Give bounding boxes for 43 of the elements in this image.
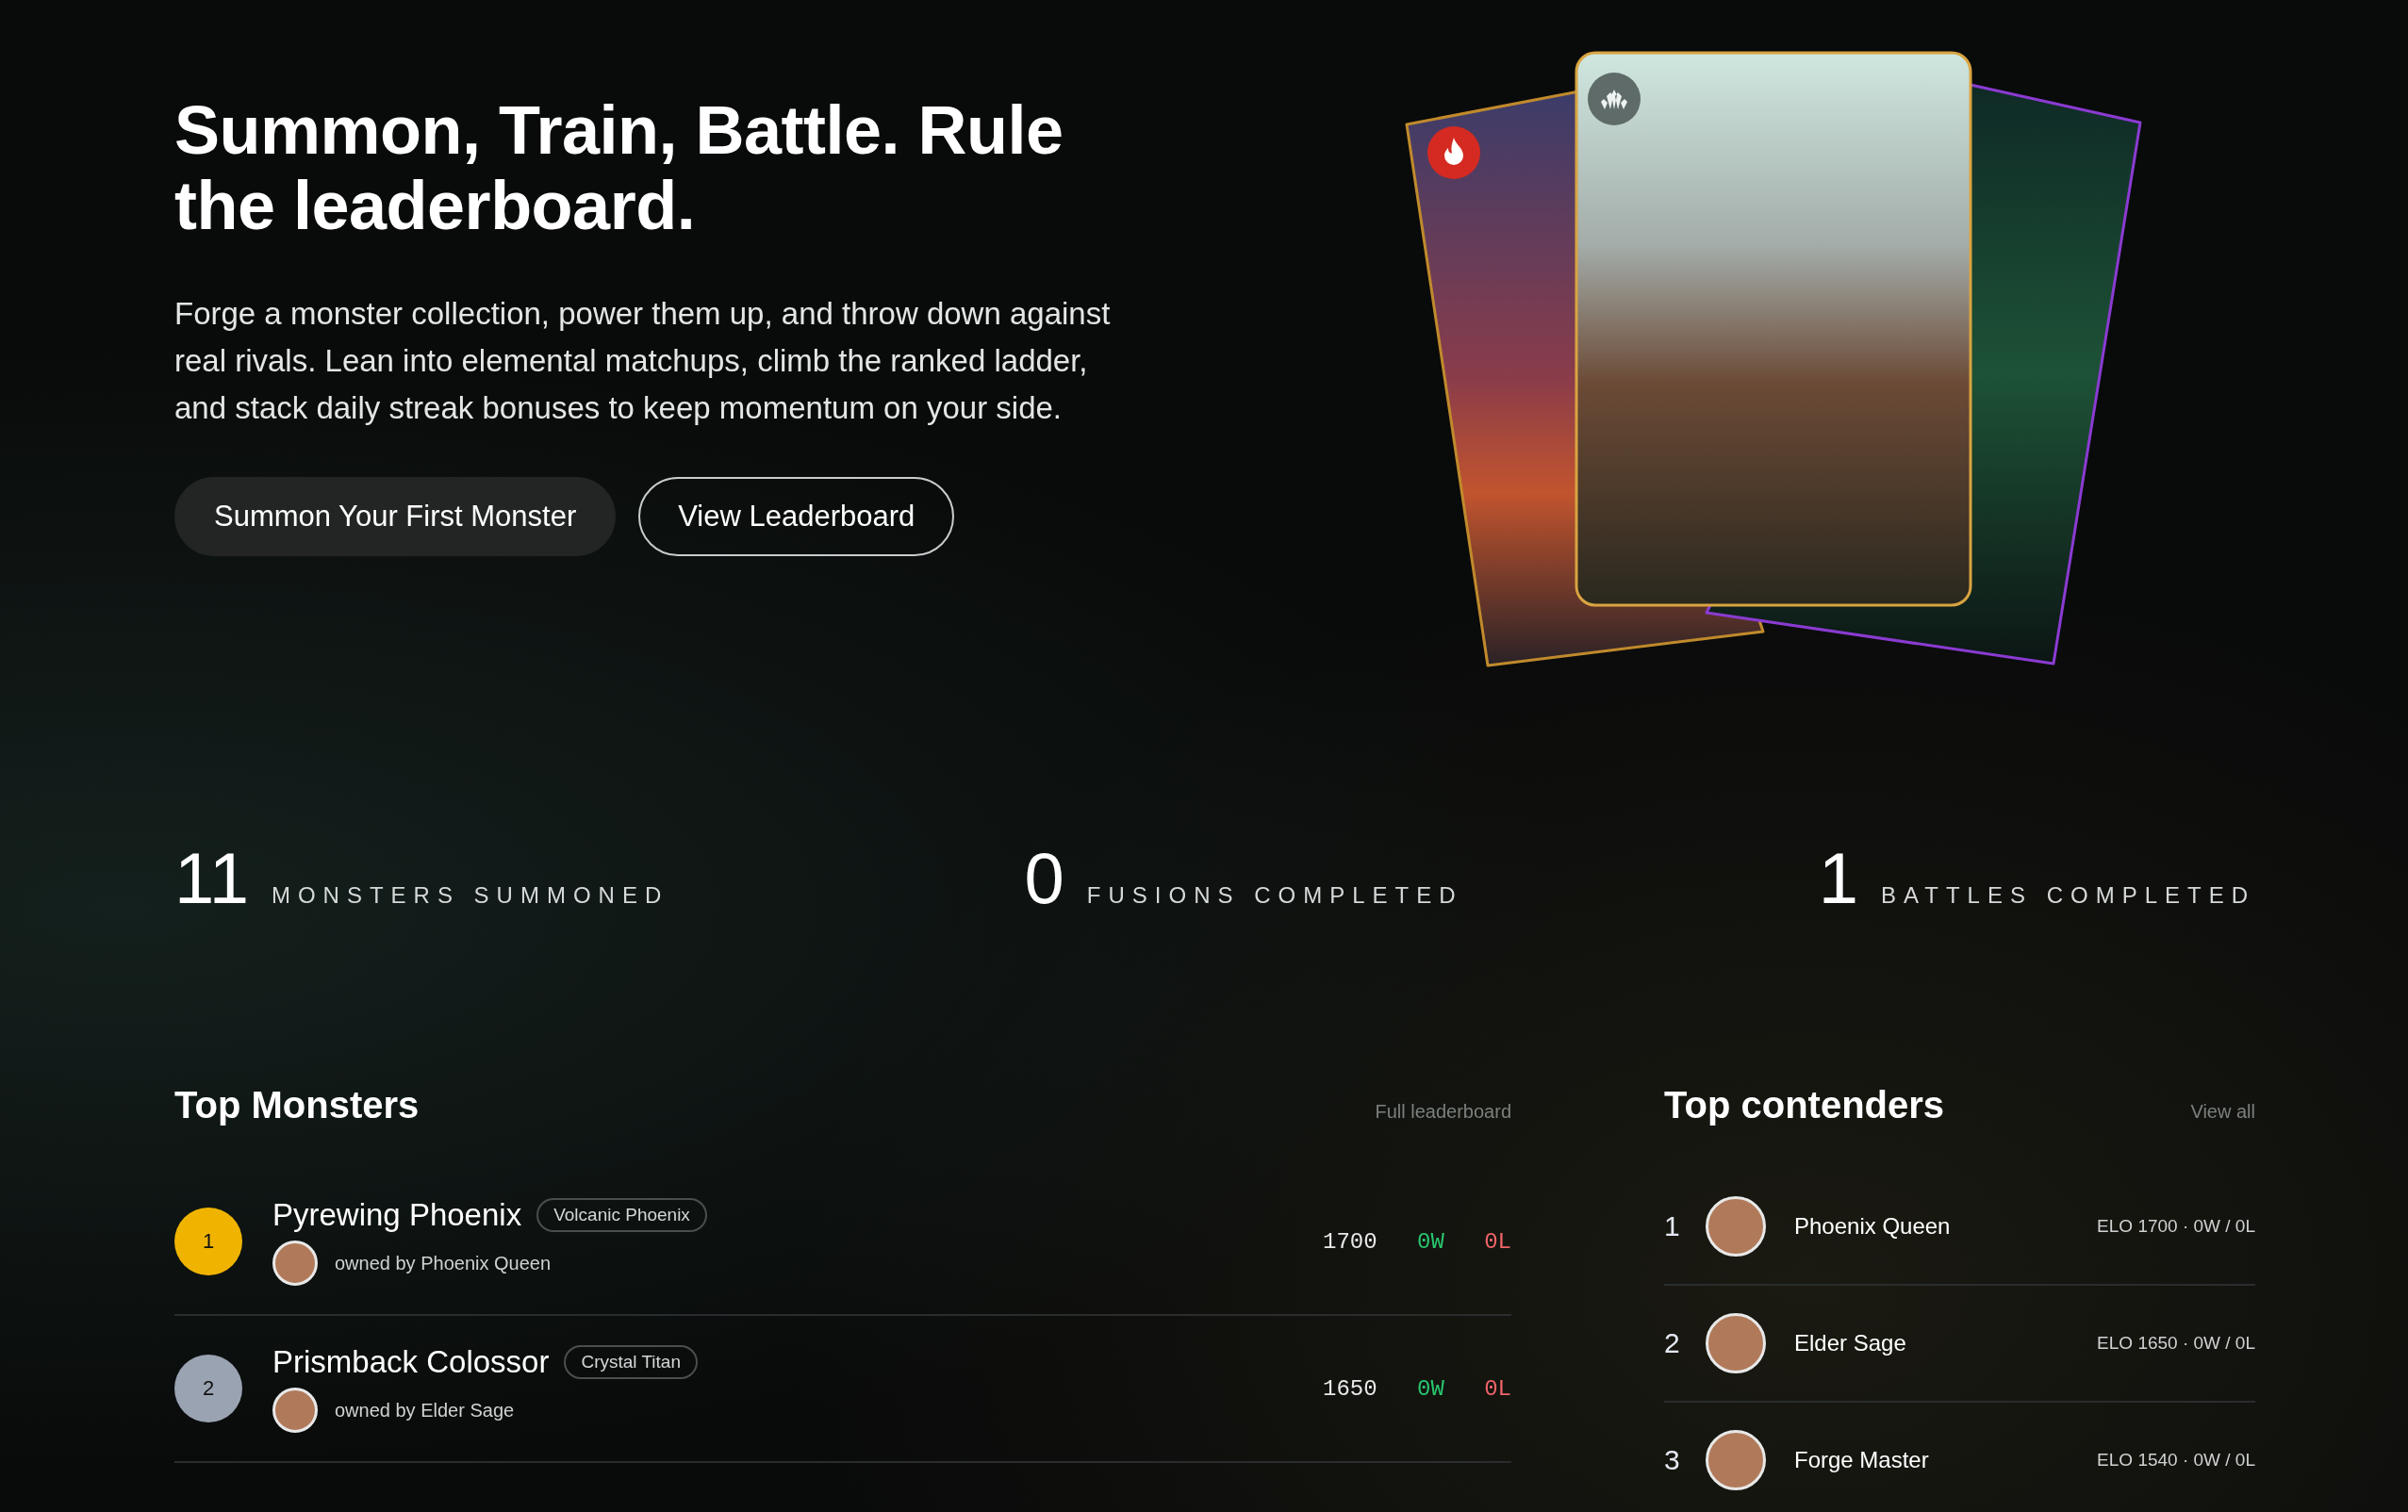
flame-icon	[1427, 126, 1480, 179]
rank-badge: 1	[174, 1208, 242, 1275]
elo-score: 1700	[1323, 1228, 1378, 1255]
losses-count: 0L	[1483, 1228, 1511, 1255]
avatar	[272, 1241, 318, 1286]
player-stats: ELO 1540 · 0W / 0L	[2097, 1450, 2255, 1471]
stat-label: MONSTERS SUMMONED	[271, 882, 669, 909]
wins-count: 0W	[1417, 1228, 1445, 1255]
rank-badge: 2	[174, 1355, 242, 1422]
avatar	[272, 1388, 318, 1433]
owner-text: owned by Elder Sage	[335, 1399, 515, 1422]
full-leaderboard-link[interactable]: Full leaderboard	[1375, 1101, 1511, 1123]
player-name: Forge Master	[1794, 1447, 1930, 1473]
rank-number: 1	[1664, 1210, 1681, 1242]
crystal-icon	[1588, 73, 1641, 125]
view-all-link[interactable]: View all	[2190, 1101, 2255, 1123]
stat-value: 1	[1818, 837, 1859, 919]
species-tag: Crystal Titan	[564, 1345, 698, 1379]
avatar	[1706, 1196, 1766, 1257]
stat-label: BATTLES COMPLETED	[1881, 882, 2255, 909]
monster-name: Prismback Colossor	[272, 1344, 550, 1380]
section-title: Top contenders	[1664, 1084, 1945, 1126]
stat-label: FUSIONS COMPLETED	[1086, 882, 1463, 909]
stat-value: 0	[1024, 837, 1064, 919]
player-name: Phoenix Queen	[1794, 1213, 1952, 1240]
player-name: Elder Sage	[1794, 1330, 1907, 1356]
player-stats: ELO 1650 · 0W / 0L	[2097, 1333, 2255, 1354]
hero-button[interactable]: View Leaderboard	[638, 477, 955, 556]
species-tag: Volcanic Phoenix	[536, 1198, 707, 1232]
hero-title: Summon, Train, Battle. Rule the leaderboard.	[174, 92, 1064, 243]
avatar	[1706, 1313, 1766, 1373]
monster-name: Pyrewing Phoenix	[272, 1197, 522, 1233]
hero-button[interactable]: Summon Your First Monster	[174, 477, 617, 556]
wins-count: 0W	[1417, 1375, 1445, 1402]
rank-number: 2	[1664, 1327, 1681, 1359]
hero-description: Forge a monster collection, power them up, and throw down against real rivals. Lean into elemental matchups, climb the ranked ladder, and stack daily streak bonuses to keep momentum on your side.	[174, 295, 1112, 427]
elo-score: 1650	[1323, 1375, 1378, 1402]
section-title: Top Monsters	[174, 1084, 420, 1126]
owner-text: owned by Phoenix Queen	[335, 1252, 552, 1274]
player-stats: ELO 1700 · 0W / 0L	[2097, 1216, 2255, 1237]
rank-number: 3	[1664, 1444, 1681, 1476]
stat-value: 11	[174, 837, 249, 919]
losses-count: 0L	[1483, 1375, 1511, 1402]
